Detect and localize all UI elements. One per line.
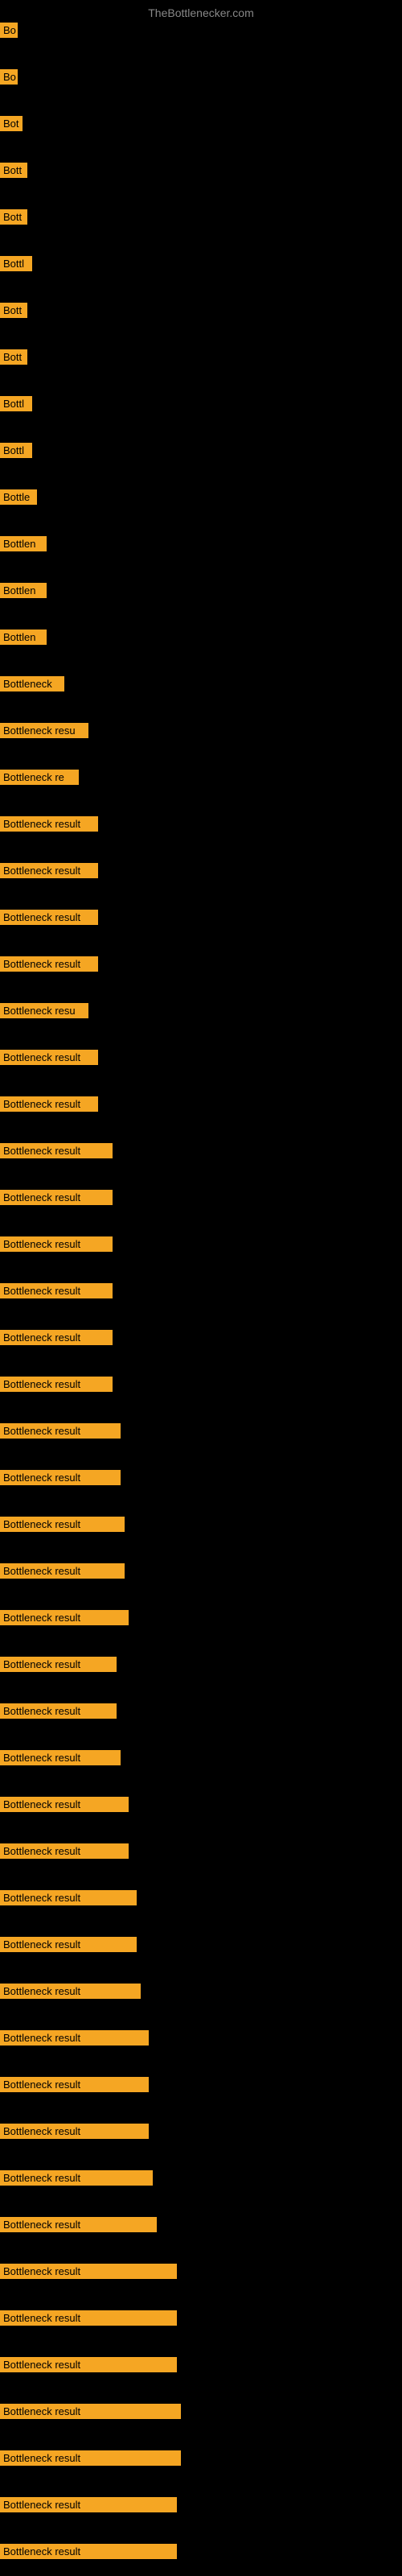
bottleneck-item-24: Bottleneck result (0, 1096, 98, 1112)
bottleneck-item-28: Bottleneck result (0, 1283, 113, 1298)
bottleneck-item-53: Bottleneck result (0, 2450, 181, 2466)
bottleneck-item-46: Bottleneck result (0, 2124, 149, 2139)
bottleneck-item-3: Bot (0, 116, 23, 131)
bottleneck-item-55: Bottleneck result (0, 2544, 177, 2559)
bottleneck-item-7: Bott (0, 303, 27, 318)
bottleneck-item-51: Bottleneck result (0, 2357, 177, 2372)
bottleneck-item-16: Bottleneck resu (0, 723, 88, 738)
bottleneck-item-23: Bottleneck result (0, 1050, 98, 1065)
bottleneck-item-29: Bottleneck result (0, 1330, 113, 1345)
bottleneck-item-31: Bottleneck result (0, 1423, 121, 1439)
bottleneck-item-54: Bottleneck result (0, 2497, 177, 2512)
bottleneck-item-11: Bottle (0, 489, 37, 505)
bottleneck-item-1: Bo (0, 23, 18, 38)
bottleneck-item-52: Bottleneck result (0, 2404, 181, 2419)
bottleneck-item-49: Bottleneck result (0, 2264, 177, 2279)
bottleneck-item-15: Bottleneck (0, 676, 64, 691)
bottleneck-item-42: Bottleneck result (0, 1937, 137, 1952)
bottleneck-item-6: Bottl (0, 256, 32, 271)
site-title: TheBottlenecker.com (148, 6, 254, 19)
bottleneck-item-12: Bottlen (0, 536, 47, 551)
bottleneck-item-41: Bottleneck result (0, 1890, 137, 1905)
bottleneck-item-48: Bottleneck result (0, 2217, 157, 2232)
bottleneck-item-8: Bott (0, 349, 27, 365)
bottleneck-item-20: Bottleneck result (0, 910, 98, 925)
bottleneck-item-39: Bottleneck result (0, 1797, 129, 1812)
bottleneck-item-14: Bottlen (0, 630, 47, 645)
bottleneck-item-36: Bottleneck result (0, 1657, 117, 1672)
bottleneck-item-2: Bo (0, 69, 18, 85)
bottleneck-item-47: Bottleneck result (0, 2170, 153, 2186)
bottleneck-item-22: Bottleneck resu (0, 1003, 88, 1018)
bottleneck-item-35: Bottleneck result (0, 1610, 129, 1625)
bottleneck-item-19: Bottleneck result (0, 863, 98, 878)
bottleneck-item-5: Bott (0, 209, 27, 225)
bottleneck-item-21: Bottleneck result (0, 956, 98, 972)
bottleneck-item-33: Bottleneck result (0, 1517, 125, 1532)
bottleneck-item-10: Bottl (0, 443, 32, 458)
bottleneck-item-38: Bottleneck result (0, 1750, 121, 1765)
bottleneck-item-44: Bottleneck result (0, 2030, 149, 2046)
bottleneck-item-18: Bottleneck result (0, 816, 98, 832)
bottleneck-item-34: Bottleneck result (0, 1563, 125, 1579)
bottleneck-item-32: Bottleneck result (0, 1470, 121, 1485)
bottleneck-item-50: Bottleneck result (0, 2310, 177, 2326)
bottleneck-item-9: Bottl (0, 396, 32, 411)
bottleneck-item-25: Bottleneck result (0, 1143, 113, 1158)
bottleneck-item-30: Bottleneck result (0, 1377, 113, 1392)
bottleneck-item-17: Bottleneck re (0, 770, 79, 785)
bottleneck-item-27: Bottleneck result (0, 1236, 113, 1252)
bottleneck-item-45: Bottleneck result (0, 2077, 149, 2092)
bottleneck-item-43: Bottleneck result (0, 1984, 141, 1999)
bottleneck-item-37: Bottleneck result (0, 1703, 117, 1719)
bottleneck-item-40: Bottleneck result (0, 1843, 129, 1859)
bottleneck-item-13: Bottlen (0, 583, 47, 598)
bottleneck-item-4: Bott (0, 163, 27, 178)
bottleneck-item-26: Bottleneck result (0, 1190, 113, 1205)
